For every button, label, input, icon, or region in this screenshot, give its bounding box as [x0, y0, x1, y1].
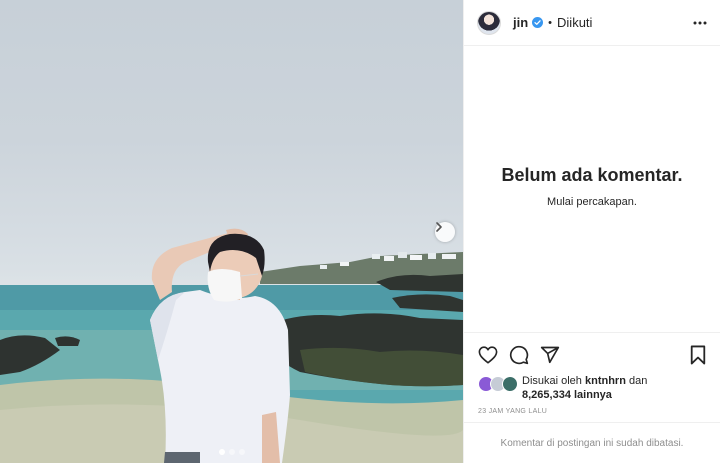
comment-icon	[509, 345, 529, 364]
more-horizontal-icon	[693, 21, 707, 24]
comment-button[interactable]	[508, 344, 530, 366]
liker-avatars	[478, 376, 520, 392]
more-options-button[interactable]	[692, 15, 708, 31]
paper-plane-icon	[540, 346, 560, 363]
chevron-right-icon	[436, 222, 442, 232]
likes-conjunction: dan	[625, 375, 648, 387]
comments-restricted-text: Komentar di postingan ini sudah dibatasi…	[500, 437, 684, 449]
avatar[interactable]	[477, 10, 501, 35]
liker-username-link[interactable]: kntnhrn	[585, 375, 626, 387]
heart-icon	[478, 345, 498, 364]
comments-empty-state: Belum ada komentar. Mulai percakapan.	[464, 46, 720, 332]
bookmark-icon	[690, 345, 706, 364]
separator-dot: •	[548, 16, 553, 29]
likes-summary: Disukai oleh kntnhrn dan 8,265,334 lainn…	[478, 374, 712, 402]
post-header: jin • Diikuti	[464, 0, 720, 46]
comment-restricted-footer: Komentar di postingan ini sudah dibatasi…	[464, 422, 720, 463]
carousel-dot	[228, 449, 235, 455]
likes-suffix[interactable]: lainnya	[571, 389, 612, 401]
carousel-dot	[218, 449, 225, 455]
likes-count-link[interactable]: 8,265,334	[522, 389, 571, 401]
empty-comments-subtitle: Mulai percakapan.	[547, 196, 637, 208]
avatar	[502, 376, 518, 392]
username-link[interactable]: jin	[513, 15, 528, 30]
follow-status-button[interactable]: Diikuti	[557, 15, 592, 30]
empty-comments-title: Belum ada komentar.	[501, 165, 683, 185]
beach-scene	[0, 228, 463, 463]
post-photo[interactable]	[0, 0, 463, 463]
post-side-panel: jin • Diikuti Belum ada komentar. Mulai …	[463, 0, 720, 463]
carousel-dot	[238, 449, 245, 455]
share-button[interactable]	[539, 344, 561, 366]
post-timestamp[interactable]: 23 JAM YANG LALU	[478, 408, 547, 415]
verified-badge-icon	[532, 17, 544, 28]
likes-text: Disukai oleh kntnhrn dan 8,265,334 lainn…	[522, 374, 647, 402]
like-button[interactable]	[477, 344, 499, 366]
likes-prefix: Disukai oleh	[522, 375, 585, 387]
carousel-indicator	[0, 449, 463, 455]
post-actions-bar	[464, 332, 720, 376]
carousel-next-button[interactable]	[435, 222, 455, 242]
save-button[interactable]	[687, 344, 709, 366]
